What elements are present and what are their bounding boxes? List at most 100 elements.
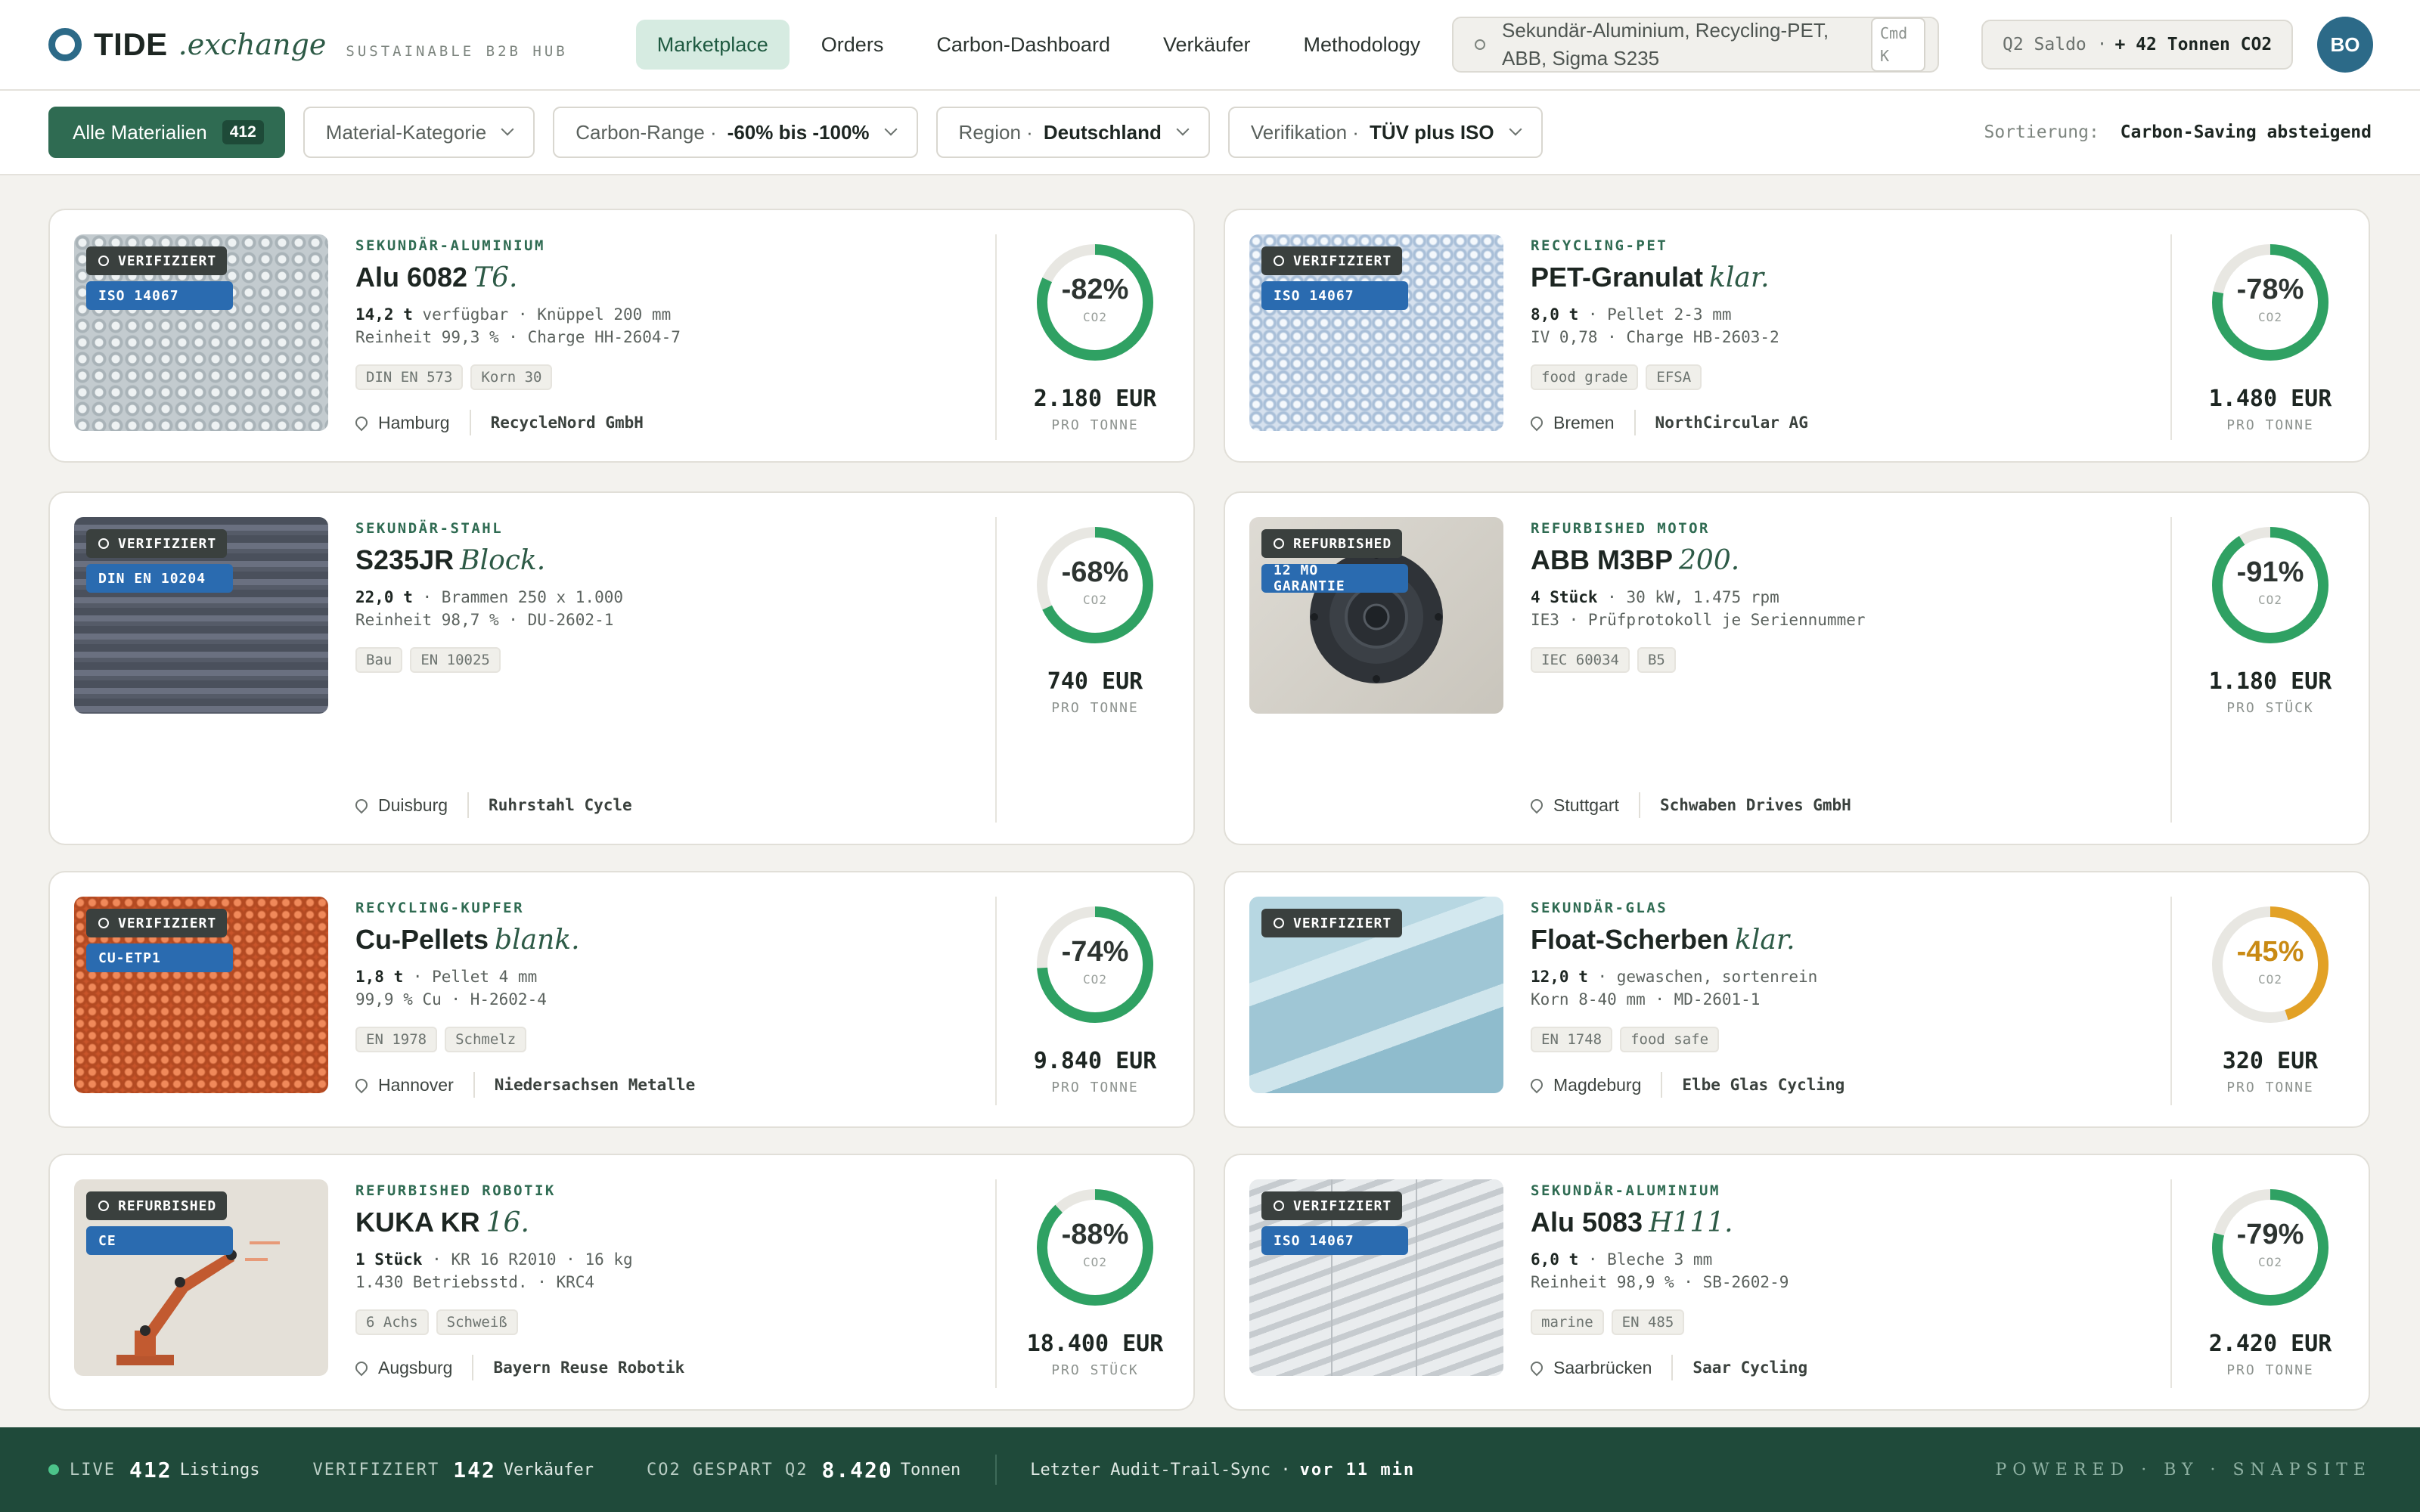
logo-icon bbox=[48, 28, 82, 61]
seller-name[interactable]: RecycleNord GmbH bbox=[491, 414, 644, 432]
seller-name[interactable]: Schwaben Drives GmbH bbox=[1660, 796, 1851, 814]
listing-card[interactable]: VERIFIZIERT SEKUNDÄR-GLAS Float-Scherben… bbox=[1224, 871, 2370, 1128]
check-circle-icon bbox=[98, 256, 109, 266]
tag: EN 1978 bbox=[355, 1027, 438, 1052]
sort-value: Carbon-Saving absteigend bbox=[2120, 122, 2372, 142]
divider bbox=[2170, 1179, 2172, 1388]
listing-title[interactable]: PET-Granulat klar. bbox=[1531, 262, 1770, 293]
product-image-glass: VERIFIZIERT bbox=[1249, 897, 1503, 1093]
filter-material-category[interactable]: Material-Kategorie bbox=[302, 107, 535, 158]
top-bar: TIDE .exchange SUSTAINABLE B2B HUB Marke… bbox=[0, 0, 2420, 91]
price-unit: PRO TONNE bbox=[1051, 1080, 1139, 1095]
search-text: Sekundär-Aluminium, Recycling-PET, ABB, … bbox=[1502, 19, 1829, 70]
tag: EFSA bbox=[1646, 364, 1702, 390]
filter-all-materials[interactable]: Alle Materialien 412 bbox=[48, 107, 285, 158]
certification-badge: ISO 14067 bbox=[86, 281, 233, 310]
seller-name[interactable]: Bayern Reuse Robotik bbox=[493, 1359, 684, 1377]
footer-verified: VERIFIZIERT 142 Verkäufer bbox=[313, 1458, 594, 1483]
map-pin-icon bbox=[1528, 414, 1546, 432]
listing-spec-2: IE3 · Prüfprotokoll je Seriennummer bbox=[1531, 611, 1866, 629]
listing-category: SEKUNDÄR-ALUMINIUM bbox=[355, 237, 545, 254]
listing-price: 2.180 EUR bbox=[1033, 386, 1157, 412]
check-circle-icon bbox=[98, 538, 109, 549]
listing-location: Duisburg Ruhrstahl Cycle bbox=[352, 792, 632, 818]
co2-ring: -45% CO2 bbox=[2208, 903, 2332, 1027]
tag: B5 bbox=[1637, 647, 1676, 673]
footer-live-label: LIVE bbox=[70, 1460, 116, 1479]
divider bbox=[995, 1455, 997, 1485]
footer-co2-unit: Tonnen bbox=[900, 1460, 961, 1479]
avatar[interactable]: BO bbox=[2317, 17, 2373, 73]
tag: Schweiß bbox=[436, 1309, 518, 1335]
verified-badge: VERIFIZIERT bbox=[86, 246, 228, 275]
filter-carbon-label: Carbon-Range · bbox=[576, 120, 717, 144]
nav-methodology[interactable]: Methodology bbox=[1283, 20, 1442, 70]
filter-region[interactable]: Region · Deutschland bbox=[935, 107, 1210, 158]
listing-card[interactable]: REFURBISHED CE REFURBISHED ROBOTIK KUKA … bbox=[48, 1154, 1195, 1411]
listing-tags: food grade EFSA bbox=[1531, 364, 1702, 390]
status-footer: LIVE 412 Listings VERIFIZIERT 142 Verkäu… bbox=[0, 1427, 2420, 1512]
co2-label: CO2 bbox=[2258, 593, 2282, 607]
filter-carbon-range[interactable]: Carbon-Range · -60% bis -100% bbox=[553, 107, 918, 158]
footer-sync-label: Letzter Audit-Trail-Sync · bbox=[1030, 1460, 1291, 1479]
price-unit: PRO TONNE bbox=[2226, 1362, 2314, 1378]
co2-label: CO2 bbox=[1083, 593, 1107, 607]
listing-spec-2: 99,9 % Cu · H-2602-4 bbox=[355, 990, 547, 1009]
seller-name[interactable]: Saar Cycling bbox=[1692, 1359, 1807, 1377]
verified-badge: VERIFIZIERT bbox=[86, 909, 228, 937]
filter-verification-label: Verifikation · bbox=[1250, 120, 1359, 144]
listing-price: 320 EUR bbox=[2222, 1048, 2319, 1074]
co2-percentage: -74% bbox=[1061, 936, 1129, 968]
listing-card[interactable]: REFURBISHED 12 MO GARANTIE REFURBISHED M… bbox=[1224, 491, 2370, 845]
listing-spec-2: Korn 8-40 mm · MD-2601-1 bbox=[1531, 990, 1761, 1009]
carbon-saldo[interactable]: Q2 Saldo · + 42 Tonnen CO2 bbox=[1981, 20, 2294, 70]
listing-card[interactable]: VERIFIZIERT DIN EN 10204 SEKUNDÄR-STAHL … bbox=[48, 491, 1195, 845]
listing-price: 18.400 EUR bbox=[1026, 1331, 1164, 1357]
tag: IEC 60034 bbox=[1531, 647, 1630, 673]
listing-title[interactable]: Cu-Pellets blank. bbox=[355, 924, 580, 956]
certification-badge: CU-ETP1 bbox=[86, 943, 233, 972]
nav-marketplace[interactable]: Marketplace bbox=[635, 20, 790, 70]
listing-location: Saarbrücken Saar Cycling bbox=[1528, 1355, 1807, 1380]
co2-percentage: -79% bbox=[2236, 1219, 2304, 1250]
tag: EN 485 bbox=[1611, 1309, 1685, 1335]
listing-tags: IEC 60034 B5 bbox=[1531, 647, 1676, 673]
filter-verification[interactable]: Verifikation · TÜV plus ISO bbox=[1227, 107, 1543, 158]
divider bbox=[995, 897, 997, 1105]
price-unit: PRO TONNE bbox=[1051, 417, 1139, 433]
filter-bar: Alle Materialien 412 Material-Kategorie … bbox=[0, 91, 2420, 175]
divider bbox=[995, 1179, 997, 1388]
sort-control[interactable]: Sortierung: Carbon-Saving absteigend bbox=[1984, 122, 2372, 142]
listing-title[interactable]: S235JR Block. bbox=[355, 544, 545, 576]
seller-name[interactable]: Ruhrstahl Cycle bbox=[489, 796, 632, 814]
map-pin-icon bbox=[1528, 796, 1546, 814]
listing-card[interactable]: VERIFIZIERT ISO 14067 SEKUNDÄR-ALUMINIUM… bbox=[1224, 1154, 2370, 1411]
tag: Schmelz bbox=[445, 1027, 527, 1052]
listing-title[interactable]: Alu 5083 H111. bbox=[1531, 1207, 1733, 1238]
price-unit: PRO TONNE bbox=[2226, 1080, 2314, 1095]
listing-title[interactable]: KUKA KR 16. bbox=[355, 1207, 529, 1238]
listing-title[interactable]: Alu 6082 T6. bbox=[355, 262, 517, 293]
chevron-down-icon bbox=[1176, 122, 1190, 136]
listing-card[interactable]: VERIFIZIERT ISO 14067 RECYCLING-PET PET-… bbox=[1224, 209, 2370, 463]
nav-verkaeufer[interactable]: Verkäufer bbox=[1142, 20, 1272, 70]
listing-card[interactable]: VERIFIZIERT ISO 14067 SEKUNDÄR-ALUMINIUM… bbox=[48, 209, 1195, 463]
listing-title[interactable]: Float-Scherben klar. bbox=[1531, 924, 1795, 956]
logo[interactable]: TIDE .exchange SUSTAINABLE B2B HUB bbox=[48, 26, 568, 63]
nav-carbon-dashboard[interactable]: Carbon-Dashboard bbox=[915, 20, 1131, 70]
listing-location: Magdeburg Elbe Glas Cycling bbox=[1528, 1072, 1844, 1098]
listing-spec-2: Reinheit 98,9 % · SB-2602-9 bbox=[1531, 1273, 1789, 1291]
listing-title[interactable]: ABB M3BP 200. bbox=[1531, 544, 1739, 576]
nav-orders[interactable]: Orders bbox=[800, 20, 905, 70]
listing-location: Hamburg RecycleNord GmbH bbox=[352, 410, 644, 435]
seller-name[interactable]: Niedersachsen Metalle bbox=[495, 1076, 696, 1094]
listing-card[interactable]: VERIFIZIERT CU-ETP1 RECYCLING-KUPFER Cu-… bbox=[48, 871, 1195, 1128]
chevron-down-icon bbox=[1509, 122, 1522, 136]
powered-by[interactable]: POWERED · BY · SNAPSITE bbox=[1995, 1461, 2372, 1479]
seller-name[interactable]: Elbe Glas Cycling bbox=[1682, 1076, 1844, 1094]
search-input[interactable]: Sekundär-Aluminium, Recycling-PET, ABB, … bbox=[1452, 17, 1939, 73]
listing-location: Bremen NorthCircular AG bbox=[1528, 410, 1808, 435]
listing-category: RECYCLING-PET bbox=[1531, 237, 1668, 254]
co2-percentage: -88% bbox=[1061, 1219, 1129, 1250]
seller-name[interactable]: NorthCircular AG bbox=[1655, 414, 1808, 432]
